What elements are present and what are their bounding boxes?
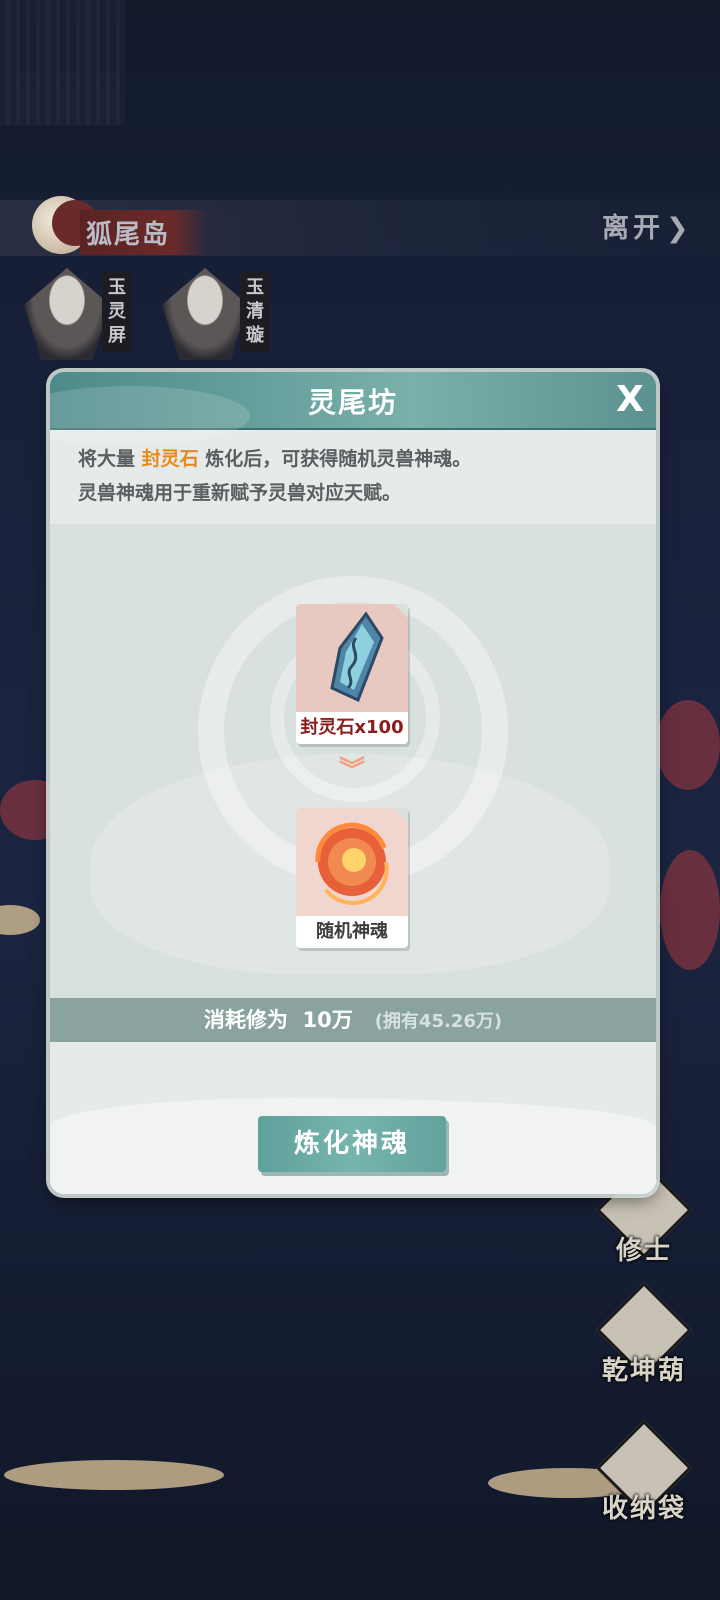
cost-label: 消耗修为 [203, 1008, 288, 1032]
cost-amount: 10万 [302, 1008, 353, 1032]
refine-stage: 封灵石x100 ︾ 随机神魂 [50, 524, 656, 998]
result-item-label: 随机神魂 [316, 921, 388, 942]
close-icon[interactable]: X [610, 376, 650, 424]
gourd-label: 乾坤葫 [601, 1356, 686, 1386]
blossom-tree [656, 700, 720, 790]
refine-soul-modal: 灵尾坊 X 将大量 封灵石 炼化后，可获得随机灵兽神魂。 灵兽神魂用于重新赋予灵… [50, 372, 656, 1194]
blossom-tree [660, 850, 720, 970]
character-name: 玉清璇 [240, 272, 270, 352]
spirit-stone-icon [296, 604, 408, 712]
character-portrait [24, 268, 110, 360]
double-chevron-down-icon: ︾ [338, 756, 365, 786]
refine-soul-button[interactable]: 炼化神魂 [258, 1116, 446, 1172]
cost-text: 消耗修为 10万 (拥有45.26万) [50, 998, 656, 1042]
modal-title: 灵尾坊 [307, 386, 398, 419]
description-suffix: 炼化后，可获得随机灵兽神魂。 [198, 448, 472, 470]
location-name: 狐尾岛 [80, 210, 211, 255]
island [0, 905, 40, 935]
storage-bag-button[interactable]: 收纳袋 [594, 1419, 693, 1526]
soul-orb-icon [296, 808, 408, 916]
leave-label: 离开 [602, 213, 664, 244]
character-card[interactable]: 玉灵屏 [14, 268, 134, 368]
character-name: 玉灵屏 [102, 272, 132, 352]
description-line-1: 将大量 封灵石 炼化后，可获得随机灵兽神魂。 [78, 442, 638, 476]
chevron-right-icon: ❯ [666, 213, 693, 244]
character-card[interactable]: 玉清璇 [152, 268, 272, 368]
description-prefix: 将大量 [78, 448, 142, 470]
modal-footer: 炼化神魂 [50, 1042, 656, 1194]
character-portrait [162, 268, 248, 360]
gourd-button[interactable]: 乾坤葫 [594, 1281, 693, 1388]
island [4, 1460, 224, 1490]
leave-button[interactable]: 离开❯ [602, 206, 693, 245]
cost-owned: (拥有45.26万) [374, 1011, 503, 1032]
cost-bar: 消耗修为 10万 (拥有45.26万) [50, 998, 656, 1042]
description-line-2: 灵兽神魂用于重新赋予灵兽对应天赋。 [78, 482, 402, 504]
cultivator-label: 修士 [615, 1236, 672, 1266]
source-item-card[interactable]: 封灵石x100 [296, 604, 408, 744]
background-top-decoration [0, 0, 125, 125]
modal-description: 将大量 封灵石 炼化后，可获得随机灵兽神魂。 灵兽神魂用于重新赋予灵兽对应天赋。 [78, 442, 638, 510]
description-highlight: 封灵石 [141, 448, 199, 470]
storage-bag-label: 收纳袋 [601, 1494, 686, 1524]
source-item-label: 封灵石x100 [300, 717, 404, 738]
result-item-card[interactable]: 随机神魂 [296, 808, 408, 948]
modal-header: 灵尾坊 X [50, 372, 656, 446]
